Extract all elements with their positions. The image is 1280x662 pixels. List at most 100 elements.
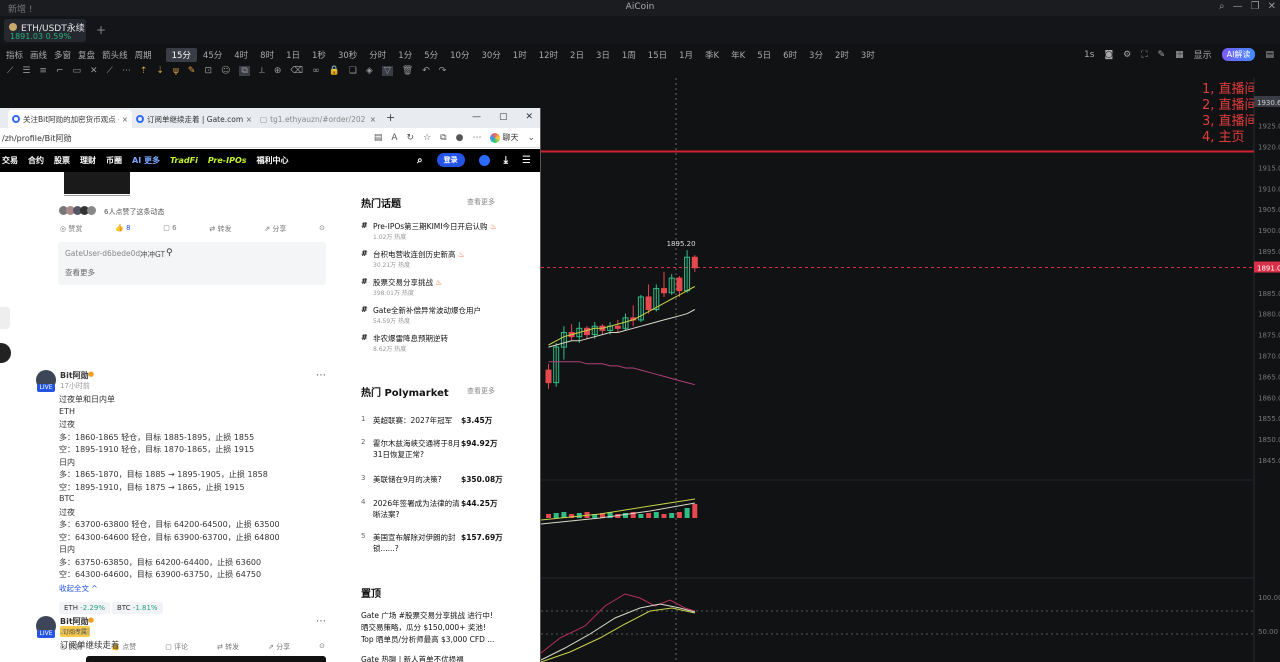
like-button[interactable]: 👍 8 (115, 224, 130, 234)
globe-icon[interactable] (478, 154, 490, 166)
browser-tab-gate[interactable]: 订阅单继续走着 | Gate.com × (132, 110, 256, 128)
toolbar-left-item[interactable]: 复盘 (78, 49, 95, 61)
fullscreen-icon[interactable]: ⛶ (1141, 50, 1147, 60)
menu-dots-icon[interactable]: ⋯ (472, 133, 481, 143)
hot-topic-item[interactable]: # 非农爆雷降息预期逆转 8.62万 热度 (361, 333, 531, 357)
layout-icon[interactable]: ▦ (1175, 50, 1184, 60)
timeframe-8[interactable]: 1分 (392, 48, 418, 62)
toolbar-left-item[interactable]: 箭头线 (102, 49, 128, 61)
profile-avatar-icon[interactable]: ● (456, 133, 464, 143)
add-tab-icon[interactable]: + (96, 23, 106, 37)
search-icon[interactable]: ⌕ (1219, 1, 1225, 12)
toolbar-left-item[interactable]: 画线 (30, 49, 47, 61)
refresh-icon[interactable]: ↻ (407, 133, 415, 143)
translate-icon[interactable]: A (391, 133, 397, 143)
hot-topic-item[interactable]: # 台积电营收连创历史新高 ♨ 30.21万 热度 (361, 249, 531, 273)
timeframe-1[interactable]: 45分 (197, 48, 228, 62)
rect-tool-icon[interactable]: ▭ (72, 66, 81, 76)
hot-topics-more[interactable]: 查看更多 (467, 197, 495, 207)
post-menu-icon[interactable]: ⋯ (316, 370, 326, 381)
filter-tool-icon[interactable]: ▽ (381, 66, 393, 76)
copy-tool-icon[interactable]: ❏ (349, 66, 357, 76)
nav-stocks[interactable]: 股票 (54, 155, 70, 166)
timeframe-14[interactable]: 2日 (564, 48, 590, 62)
channel-tool-icon[interactable]: ≡ (39, 66, 47, 76)
repost-button[interactable]: ⇄ 转发 (209, 224, 231, 234)
url-text[interactable]: /zh/profile/Bit阿勋 (2, 133, 71, 144)
comment-button[interactable]: ▢ 评论 (165, 642, 188, 652)
timeframe-16[interactable]: 1周 (616, 48, 642, 62)
timeframe-6[interactable]: 30秒 (332, 48, 363, 62)
nav-crypto[interactable]: 币圈 (106, 155, 122, 166)
hamburger-menu-icon[interactable]: ☰ (522, 155, 531, 166)
timeframe-13[interactable]: 12时 (533, 48, 564, 62)
undo-icon[interactable]: ↶ (422, 66, 430, 76)
pinned-line[interactable]: Gate 热聊 | 新人首单不优损福 (361, 654, 540, 662)
polymarket-more[interactable]: 查看更多 (467, 386, 495, 396)
redo-icon[interactable]: ↷ (439, 66, 447, 76)
browser-tab-profile[interactable]: 关注Bit阿勋的加密货币观点 - 要闻 × (8, 110, 132, 128)
close-icon[interactable]: ✕ (525, 112, 533, 122)
browser-tab-order[interactable]: ▢ tg1.ethyauzn/#order/20260711... × (256, 110, 380, 128)
favorite-icon[interactable]: ☆ (423, 133, 431, 143)
reader-icon[interactable]: ▤ (374, 133, 383, 143)
close-icon[interactable]: ✕ (1268, 1, 1276, 12)
timeframe-25[interactable]: 3时 (855, 48, 881, 62)
side-collapse-handle[interactable] (0, 343, 11, 363)
magnet-tool-icon[interactable]: ⧉ (239, 66, 250, 76)
maximize-icon[interactable]: ▢ (499, 112, 508, 122)
post-menu-icon[interactable]: ⋯ (316, 616, 326, 627)
timeframe-4[interactable]: 1日 (280, 48, 306, 62)
ai-interpret-button[interactable]: AI解读 (1221, 48, 1256, 61)
timeframe-20[interactable]: 年K (725, 48, 751, 62)
post-media-thumb[interactable] (64, 172, 130, 194)
tab-close-icon[interactable]: × (122, 115, 128, 124)
search-icon[interactable]: ⌕ (417, 155, 423, 166)
timeframe-19[interactable]: 季K (699, 48, 725, 62)
toolbar-left-item[interactable]: 指标 (6, 49, 23, 61)
timeframe-7[interactable]: 分时 (363, 48, 392, 62)
pinned-line[interactable]: Top 晒单员/分析师最高 $3,000 CFD ... (361, 634, 540, 645)
timeframe-18[interactable]: 1月 (673, 48, 699, 62)
timeframe-3[interactable]: 8时 (254, 48, 280, 62)
lock-tool-icon[interactable]: 🔒 (329, 66, 340, 76)
timeframe-11[interactable]: 30分 (475, 48, 506, 62)
coin-chip-btc[interactable]: BTC -1.81% (112, 602, 163, 614)
repost-button[interactable]: ⇄ 转发 (217, 642, 239, 652)
timeframe-0[interactable]: 15分 (165, 48, 197, 62)
address-bar[interactable]: /zh/profile/Bit阿勋 ▤ A ↻ ☆ ⧉ ● ⋯ 聊天 ⌄ (0, 128, 540, 148)
restore-icon[interactable]: ❐ (1251, 1, 1260, 12)
timeframe-17[interactable]: 15日 (642, 48, 673, 62)
timeframe-15[interactable]: 3日 (590, 48, 616, 62)
timeframe-23[interactable]: 3分 (803, 48, 829, 62)
zoom-tool-icon[interactable]: ⊕ (274, 66, 282, 76)
eraser-tool-icon[interactable]: ⌫ (290, 66, 303, 76)
nav-earn[interactable]: 理财 (80, 155, 96, 166)
view-more-link[interactable]: 查看更多 (65, 267, 95, 278)
coin-chip-eth[interactable]: ETH -2.29% (59, 602, 110, 614)
link-tool-icon[interactable]: ∞ (312, 66, 320, 76)
author-name[interactable]: Bit阿勋 (60, 370, 89, 381)
nav-ai-more[interactable]: AI 更多 (132, 155, 160, 166)
share-button[interactable]: ⇗ 分享 (268, 642, 290, 652)
hline-tool-icon[interactable]: ☰ (22, 66, 30, 76)
collapse-link[interactable]: 收起全文 ^ (59, 583, 98, 594)
trendline-tool-icon[interactable]: ⟋ (7, 66, 13, 76)
delete-tool-icon[interactable]: 🗑 (402, 66, 413, 76)
download-icon[interactable]: ⤓ (504, 155, 508, 166)
grid-icon[interactable]: ▤ (1265, 50, 1274, 60)
toolbar-left-item[interactable]: 多窗 (54, 49, 71, 61)
tab-close-icon[interactable]: × (246, 115, 252, 124)
nav-trade[interactable]: 交易 (2, 155, 18, 166)
more-circle-icon[interactable]: ⊙ (319, 224, 325, 234)
timeframe-24[interactable]: 2时 (829, 48, 855, 62)
post2-media[interactable] (86, 656, 326, 662)
timeframe-5[interactable]: 1秒 (306, 48, 332, 62)
toolbar-left-item[interactable]: 周期 (135, 49, 152, 61)
more-tool-icon[interactable]: ⋯ (122, 66, 131, 76)
comment-user[interactable]: GateUser-d6bede0d: (65, 249, 143, 258)
pinned-line[interactable]: 晒交易策略，瓜分 $150,000+ 奖池! (361, 622, 540, 633)
long-tool-icon[interactable]: ⇡ (140, 66, 148, 76)
timeframe-22[interactable]: 6时 (777, 48, 803, 62)
ruler-tool-icon[interactable]: ⟂ (259, 66, 265, 76)
